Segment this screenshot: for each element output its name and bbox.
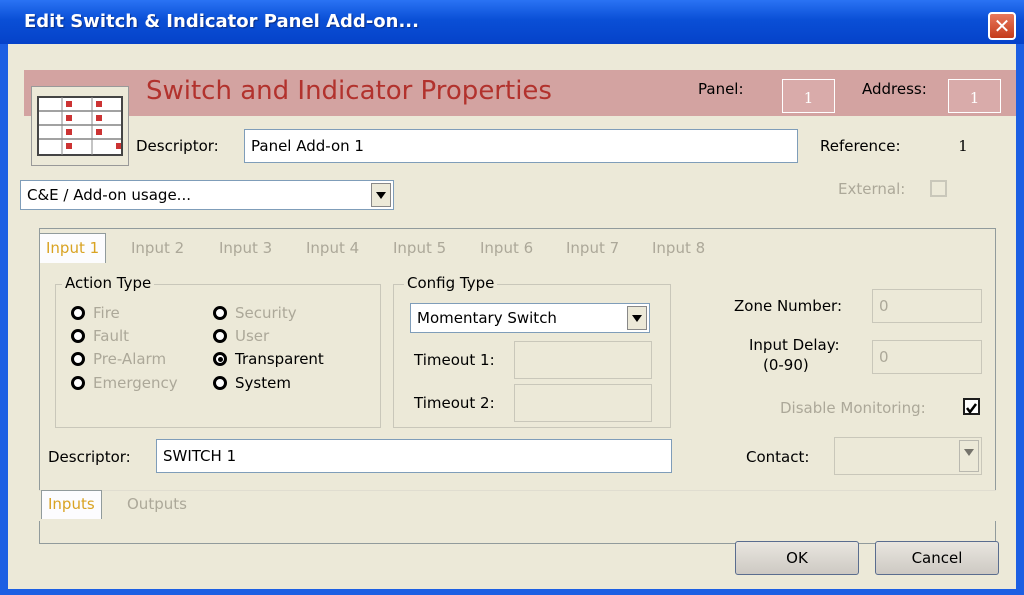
close-button[interactable]: ✕ [988,12,1016,40]
radio-system-label: System [235,374,291,392]
address-value[interactable]: 1 [948,79,1001,113]
window-title: Edit Switch & Indicator Panel Add-on... [24,11,419,32]
input-delay-label: Input Delay: [749,336,840,354]
external-label: External: [838,180,906,198]
tab-input-7[interactable]: Input 7 [566,239,619,257]
input-descriptor-field[interactable]: SWITCH 1 [156,439,672,473]
dialog-window: Edit Switch & Indicator Panel Add-on... … [0,0,1024,595]
tab-input-3[interactable]: Input 3 [219,239,272,257]
action-type-label: Action Type [62,274,155,292]
tab-outputs[interactable]: Outputs [127,495,187,513]
radio-pre-alarm[interactable] [71,352,85,366]
dialog-client: Switch and Indicator Properties Panel: 1… [8,44,1016,589]
tab-input-8[interactable]: Input 8 [652,239,705,257]
contact-select[interactable] [834,437,982,475]
radio-emergency-label: Emergency [93,374,178,392]
tab-input-1[interactable]: Input 1 [39,233,107,263]
zone-number-label: Zone Number: [734,297,843,315]
timeout1-label: Timeout 1: [414,351,495,369]
panel-label: Panel: [698,80,744,98]
timeout1-field[interactable] [514,341,652,379]
reference-value: 1 [928,129,998,163]
address-label: Address: [862,80,927,98]
radio-fire-label: Fire [93,304,120,322]
chevron-down-icon[interactable] [371,183,391,207]
tab-input-2[interactable]: Input 2 [131,239,184,257]
radio-fault[interactable] [71,329,85,343]
config-type-value: Momentary Switch [417,309,557,327]
input-delay-range: (0-90) [763,356,809,374]
radio-user-label: User [235,327,270,345]
input-descriptor-label: Descriptor: [48,448,131,466]
panel-value[interactable]: 1 [782,79,835,113]
zone-number-field[interactable]: 0 [872,289,982,323]
timeout2-field[interactable] [514,384,652,422]
title-bar[interactable]: Edit Switch & Indicator Panel Add-on... … [0,0,1024,44]
reference-label: Reference: [820,137,901,155]
tab-input-5[interactable]: Input 5 [393,239,446,257]
usage-select[interactable]: C&E / Add-on usage... [20,180,394,210]
config-type-label: Config Type [404,274,498,292]
usage-select-value: C&E / Add-on usage... [27,186,191,204]
radio-transparent-label: Transparent [235,350,324,368]
radio-emergency[interactable] [71,376,85,390]
radio-security-label: Security [235,304,297,322]
tab-input-4[interactable]: Input 4 [306,239,359,257]
descriptor-label: Descriptor: [136,137,219,155]
input-delay-field[interactable]: 0 [872,340,982,374]
config-type-select[interactable]: Momentary Switch [410,303,650,333]
chevron-down-icon[interactable] [959,440,979,472]
contact-label: Contact: [746,448,810,466]
chevron-down-icon[interactable] [627,306,647,330]
radio-user[interactable] [213,329,227,343]
tab-inputs[interactable]: Inputs [41,490,102,519]
external-checkbox[interactable] [930,180,947,197]
radio-fire[interactable] [71,306,85,320]
disable-monitoring-checkbox[interactable] [963,398,980,415]
radio-security[interactable] [213,306,227,320]
checkmark-icon [966,403,977,415]
cancel-button[interactable]: Cancel [875,541,999,575]
panel-addon-icon [31,86,129,166]
radio-pre-alarm-label: Pre-Alarm [93,350,167,368]
disable-monitoring-label: Disable Monitoring: [780,399,926,417]
radio-transparent[interactable] [213,352,227,366]
tab-input-6[interactable]: Input 6 [480,239,533,257]
radio-fault-label: Fault [93,327,129,345]
radio-system[interactable] [213,376,227,390]
timeout2-label: Timeout 2: [414,394,495,412]
descriptor-field[interactable]: Panel Add-on 1 [244,129,798,163]
ok-button[interactable]: OK [735,541,859,575]
banner-title: Switch and Indicator Properties [146,76,552,106]
